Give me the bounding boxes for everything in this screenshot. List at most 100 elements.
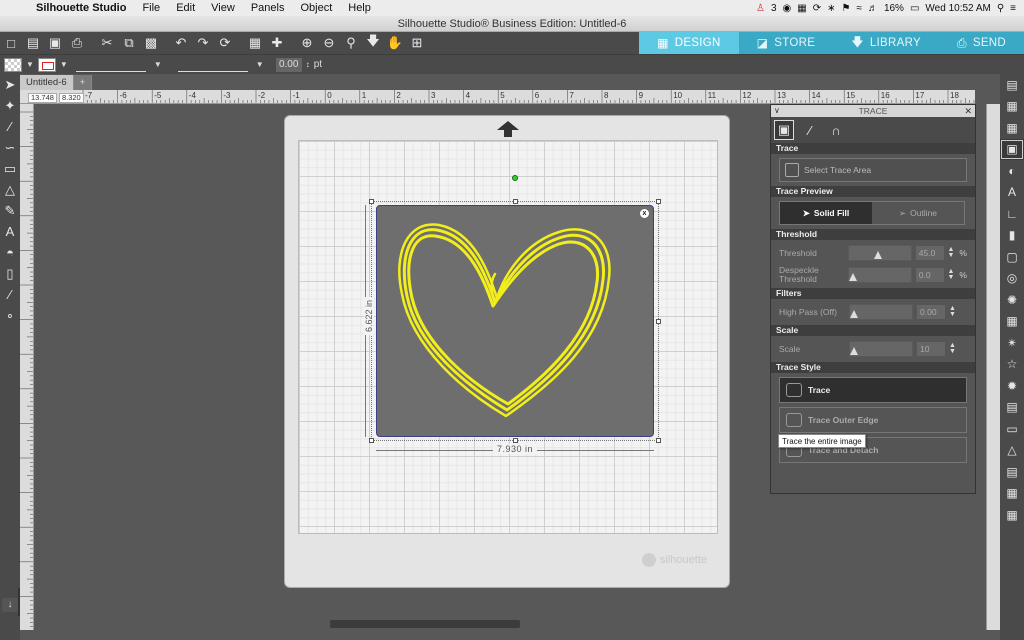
wifi-icon[interactable]: ≈ [856, 3, 862, 14]
move-down-icon[interactable]: 🡇 [362, 33, 384, 53]
save-icon[interactable]: ▣ [44, 33, 66, 53]
page-setup-icon[interactable]: ▤ [1000, 74, 1024, 96]
horizontal-scrollbar[interactable] [330, 620, 520, 628]
clock[interactable]: Wed 10:52 AM [925, 3, 990, 14]
calendar-icon[interactable]: ▦ [797, 3, 806, 14]
library-panel-icon[interactable]: ▭ [1000, 418, 1024, 440]
trace-outer-edge-button[interactable]: Trace Outer Edge [779, 407, 967, 433]
refresh-icon[interactable]: ⟳ [214, 33, 236, 53]
scale-value[interactable]: 10 [917, 342, 945, 356]
trace-mode-icon[interactable]: ▣ [774, 120, 794, 140]
menu-app-name[interactable]: Silhouette Studio [28, 2, 134, 14]
threshold-stepper[interactable]: ▲ ▼ [948, 246, 956, 259]
despeckle-slider-thumb[interactable] [849, 273, 858, 281]
texture-icon[interactable]: ▦ [1000, 483, 1024, 505]
star-icon[interactable]: ☆ [1000, 354, 1024, 376]
knife-icon[interactable]: ∕ [0, 284, 20, 305]
fill-color-swatch[interactable] [4, 57, 22, 72]
copy-icon[interactable]: ⧉ [118, 33, 140, 53]
transform-icon[interactable]: ▢ [1000, 246, 1024, 268]
volume-icon[interactable]: ♬ [868, 3, 878, 14]
fill-panel-icon[interactable]: ◐ [1000, 160, 1024, 182]
highpass-value[interactable]: 0.00 [917, 305, 945, 319]
line-color-dropdown-icon[interactable]: ▼ [60, 60, 68, 69]
tab-store[interactable]: ◪ STORE [738, 32, 834, 54]
text-style-icon[interactable]: A [1000, 182, 1024, 204]
resize-handle-tl[interactable] [369, 199, 374, 204]
group-icon[interactable]: ▦ [244, 33, 266, 53]
resize-handle-br[interactable] [656, 438, 661, 443]
resize-handle-tc[interactable] [513, 199, 518, 204]
delete-image-icon[interactable]: x [640, 209, 649, 218]
resize-handle-tr[interactable] [656, 199, 661, 204]
despeckle-slider[interactable] [848, 267, 912, 283]
rectangle-icon[interactable]: ▭ [0, 158, 20, 179]
outline-option[interactable]: ➢ Outline [872, 202, 964, 224]
pan-hand-icon[interactable]: ✋ [384, 33, 406, 53]
add-tab-button[interactable]: + [73, 75, 93, 90]
open-folder-icon[interactable]: ▤ [22, 33, 44, 53]
resize-handle-bc[interactable] [513, 438, 518, 443]
menu-help[interactable]: Help [340, 2, 379, 14]
doc-tab-untitled-6[interactable]: Untitled-6 [20, 75, 74, 90]
offset-icon[interactable]: ◎ [1000, 268, 1024, 290]
redo-icon[interactable]: ↷ [192, 33, 214, 53]
battery-icon[interactable]: ▭ [910, 3, 919, 14]
menu-panels[interactable]: Panels [243, 2, 293, 14]
print-cut-icon[interactable]: △ [1000, 440, 1024, 462]
eraser-icon[interactable]: ▯ [0, 263, 20, 284]
threshold-slider[interactable] [848, 245, 912, 261]
tab-design[interactable]: ▦ DESIGN [639, 32, 739, 54]
cut-icon[interactable]: ✂ [96, 33, 118, 53]
import-icon[interactable]: ↓ [2, 598, 18, 612]
star-burst-icon[interactable]: ✴ [1000, 332, 1024, 354]
line-style-icon[interactable]: ∟ [1000, 203, 1024, 225]
line-style-dropdown-icon[interactable]: ▼ [154, 60, 162, 69]
eyedropper-trace-icon[interactable]: ∕ [800, 120, 820, 140]
align-icon[interactable]: ▮ [1000, 225, 1024, 247]
menu-view[interactable]: View [203, 2, 243, 14]
eyedropper-icon[interactable]: ∘ [0, 305, 20, 326]
zoom-fit-icon[interactable]: ⚲ [340, 33, 362, 53]
search-icon[interactable]: ⚲ [997, 3, 1004, 14]
new-file-icon[interactable]: □ [0, 33, 22, 53]
tab-library[interactable]: 🡇 LIBRARY [833, 32, 939, 54]
chrome-icon[interactable]: ◉ [783, 3, 792, 14]
resize-handle-mr[interactable] [656, 319, 661, 324]
imported-image[interactable]: x [376, 205, 654, 437]
panel-minimize-icon[interactable]: ∨ [774, 105, 780, 117]
rotation-handle[interactable] [512, 175, 518, 181]
line-style-select[interactable] [75, 58, 146, 72]
line-join-dropdown-icon[interactable]: ▼ [256, 60, 264, 69]
line-color-swatch[interactable] [37, 57, 56, 72]
grid-settings-icon[interactable]: ▦ [1000, 117, 1024, 139]
scale-stepper[interactable]: ▲ ▼ [949, 342, 957, 355]
line-width-input[interactable]: 0.00 [275, 57, 302, 72]
pencil-icon[interactable]: ✎ [0, 200, 20, 221]
highpass-slider-thumb[interactable] [850, 310, 858, 318]
despeckle-stepper[interactable]: ▲ ▼ [948, 268, 956, 281]
select-trace-area-button[interactable]: Select Trace Area [779, 158, 967, 182]
edit-points-icon[interactable]: ✦ [0, 95, 20, 116]
line-join-select[interactable] [177, 58, 248, 72]
fill-dropdown-icon[interactable]: ▼ [26, 60, 34, 69]
tab-send[interactable]: ⎙ SEND [938, 32, 1024, 54]
threshold-slider-thumb[interactable] [873, 251, 882, 259]
bezier-icon[interactable]: ∽ [0, 137, 20, 158]
menu-file[interactable]: File [134, 2, 168, 14]
highpass-stepper[interactable]: ▲ ▼ [949, 305, 957, 318]
flag-icon[interactable]: ⚑ [841, 3, 850, 14]
zoom-out-icon[interactable]: ⊖ [318, 33, 340, 53]
rhinestone-icon[interactable]: ✹ [1000, 375, 1024, 397]
menu-edit[interactable]: Edit [168, 2, 203, 14]
select-arrow-icon[interactable]: ➤ [0, 74, 20, 95]
modify-icon[interactable]: ✺ [1000, 289, 1024, 311]
replicate-icon[interactable]: ▦ [1000, 311, 1024, 333]
variable-data-icon[interactable]: ▤ [1000, 461, 1024, 483]
threshold-value[interactable]: 45.0 [915, 246, 944, 260]
scale-slider-thumb[interactable] [850, 347, 858, 355]
line-tool-icon[interactable]: ∕ [0, 116, 20, 137]
panel-close-icon[interactable]: ✕ [964, 105, 972, 117]
menu-object[interactable]: Object [292, 2, 340, 14]
polygon-icon[interactable]: △ [0, 179, 20, 200]
